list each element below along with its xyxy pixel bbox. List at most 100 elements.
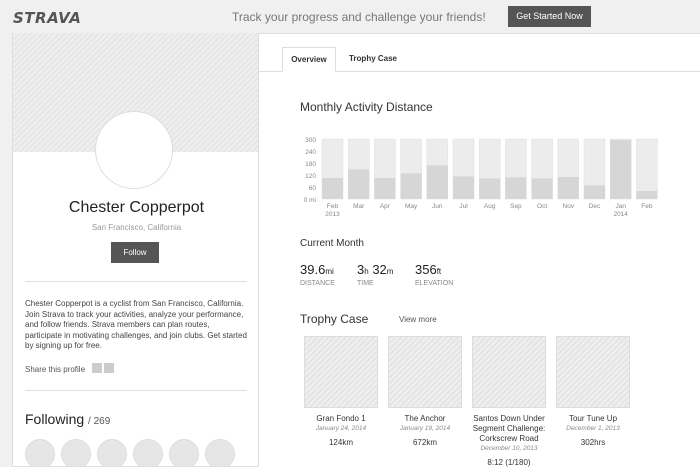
trophy-card[interactable]: Santos Down Under Segment Challenge: Cor…	[472, 336, 546, 467]
divider	[25, 281, 247, 282]
x-tick-label: Aug	[484, 203, 496, 210]
bar	[453, 176, 474, 199]
bar	[505, 177, 527, 199]
trophy-image[interactable]	[472, 336, 546, 408]
x-tick-label: Jan	[615, 203, 626, 210]
bar	[426, 165, 448, 199]
time-value: 3h 32m	[357, 262, 393, 277]
bar	[322, 178, 343, 199]
bar	[636, 191, 658, 199]
bar-background	[636, 138, 658, 200]
y-tick-label: 300	[305, 137, 316, 144]
trophy-date: January 24, 2014	[315, 425, 367, 432]
y-tick-label: 180	[305, 161, 316, 168]
x-tick-label: Feb	[641, 203, 653, 210]
share-twitter-icon[interactable]	[104, 363, 114, 373]
strava-logo[interactable]: STRAVA	[13, 9, 81, 27]
x-tick-label: 2014	[613, 211, 628, 218]
athlete-bio: Chester Copperpot is a cyclist from San …	[25, 299, 247, 350]
trophy-value: 8:12 (1/180)	[487, 458, 531, 467]
following-count[interactable]: / 269	[88, 416, 110, 427]
trophy-card[interactable]: The Anchor January 19, 2014 672km	[388, 336, 462, 447]
x-tick-label: Dec	[589, 203, 601, 210]
elevation-number: 356	[415, 262, 437, 277]
x-tick-label: 2013	[325, 211, 340, 218]
trophy-date: January 19, 2014	[399, 425, 451, 432]
main-content: Overview Trophy Case Monthly Activity Di…	[259, 33, 700, 467]
distance-value: 39.6mi	[300, 262, 334, 277]
following-heading: Following / 269	[25, 411, 110, 427]
trophy-image[interactable]	[304, 336, 378, 408]
current-month-title: Current Month	[300, 238, 364, 249]
trophy-card[interactable]: Tour Tune Up December 1, 2013 302hrs	[556, 336, 630, 447]
divider	[25, 390, 247, 391]
trophy-date: December 10, 2013	[480, 445, 538, 452]
get-started-button[interactable]: Get Started Now	[508, 6, 591, 27]
friend-avatar[interactable]	[97, 439, 127, 466]
trophy-name: The Anchor	[404, 414, 446, 423]
view-more-link[interactable]: View more	[399, 315, 437, 324]
x-tick-label: Oct	[537, 203, 547, 210]
trophy-name: Santos Down Under Segment Challenge: Cor…	[472, 414, 546, 443]
profile-card: Chester Copperpot San Francisco, Califor…	[12, 33, 259, 467]
y-tick-label: 60	[309, 185, 317, 192]
bar	[531, 178, 553, 199]
elevation-label: ELEVATION	[415, 280, 454, 287]
friend-avatar[interactable]	[169, 439, 199, 466]
tab-overview[interactable]: Overview	[282, 47, 336, 72]
follow-button[interactable]: Follow	[111, 242, 159, 263]
bar	[584, 185, 605, 199]
bar	[400, 173, 422, 199]
trophy-value: 672km	[412, 438, 437, 447]
x-tick-label: Mar	[353, 203, 365, 210]
trophy-name: Tour Tune Up	[568, 414, 618, 423]
chart-svg: 300240180120600 miFeb2013Mar Apr May Jun Jul…	[304, 137, 658, 218]
friend-avatar[interactable]	[205, 439, 235, 466]
x-tick-label: May	[405, 203, 418, 210]
bar	[479, 178, 501, 199]
time-hours-unit: h	[364, 267, 369, 276]
trophy-date: December 1, 2013	[566, 425, 620, 432]
bar	[374, 178, 396, 199]
tab-trophy-case[interactable]: Trophy Case	[341, 47, 405, 72]
distance-label: DISTANCE	[300, 280, 335, 287]
x-tick-label: Nov	[563, 203, 575, 210]
x-tick-label: Sep	[510, 203, 522, 210]
x-tick-label: Jul	[459, 203, 468, 210]
y-tick-label: 0 mi	[304, 197, 316, 204]
trophy-name: Gran Fondo 1	[316, 414, 366, 423]
time-label: TIME	[357, 280, 374, 287]
trophy-value: 302hrs	[580, 438, 606, 447]
distance-unit: mi	[325, 267, 334, 276]
monthly-distance-title: Monthly Activity Distance	[300, 100, 433, 114]
following-label: Following	[25, 411, 85, 427]
tab-bar: Overview Trophy Case	[259, 34, 700, 72]
monthly-distance-chart: 300 240 180 120 60 0 mi Feb 2013 Mar Apr May Jun Jul…	[300, 133, 660, 223]
x-tick-label: Jun	[432, 203, 443, 210]
tagline: Track your progress and challenge your f…	[232, 10, 486, 24]
athlete-location: San Francisco, California	[91, 223, 182, 232]
trophy-image[interactable]	[556, 336, 630, 408]
elevation-value: 356ft	[415, 262, 441, 277]
bar	[557, 177, 579, 199]
trophy-case-title: Trophy Case	[300, 312, 369, 326]
friend-avatar[interactable]	[25, 439, 55, 466]
time-minutes: 32	[372, 262, 387, 277]
trophy-image[interactable]	[388, 336, 462, 408]
friend-avatar[interactable]	[61, 439, 91, 466]
share-facebook-icon[interactable]	[92, 363, 102, 373]
top-bar: STRAVA Track your progress and challenge…	[0, 0, 700, 33]
avatar	[95, 111, 173, 189]
y-tick-label: 120	[305, 173, 316, 180]
y-tick-label: 240	[305, 149, 316, 156]
elevation-unit: ft	[436, 267, 442, 276]
bar	[610, 140, 632, 199]
distance-number: 39.6	[300, 262, 326, 277]
trophy-card[interactable]: Gran Fondo 1 January 24, 2014 124km	[304, 336, 378, 447]
share-label: Share this profile	[25, 365, 86, 374]
x-tick-label: Apr	[380, 203, 391, 210]
x-tick-label: Feb	[327, 203, 339, 210]
bar	[348, 169, 370, 199]
friend-avatar[interactable]	[133, 439, 163, 466]
athlete-name: Chester Copperpot	[68, 199, 205, 216]
